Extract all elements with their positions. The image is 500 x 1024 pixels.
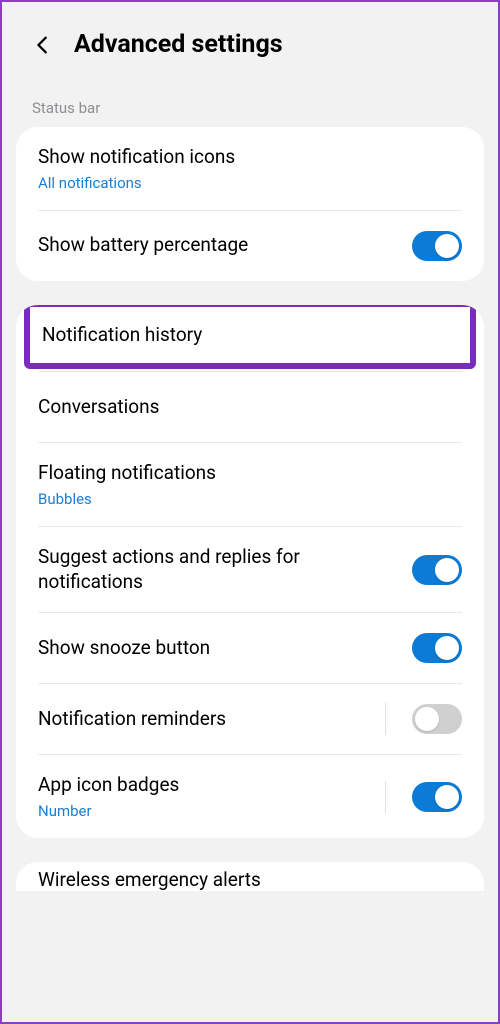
setting-title: Show notification icons bbox=[38, 145, 462, 170]
wireless-emergency-alerts[interactable]: Wireless emergency alerts bbox=[16, 862, 484, 891]
setting-subtitle: Bubbles bbox=[38, 490, 462, 508]
conversations[interactable]: Conversations bbox=[16, 372, 484, 442]
header: Advanced settings bbox=[2, 2, 498, 77]
setting-title: Floating notifications bbox=[38, 461, 462, 486]
show-battery-percentage[interactable]: Show battery percentage bbox=[16, 211, 484, 281]
show-snooze-button[interactable]: Show snooze button bbox=[16, 613, 484, 683]
setting-title: Show snooze button bbox=[38, 636, 400, 661]
battery-percentage-toggle[interactable] bbox=[412, 231, 462, 261]
section-label-status-bar: Status bar bbox=[2, 77, 498, 127]
notifications-card: Notification history Conversations Float… bbox=[16, 305, 484, 838]
app-icon-badges-toggle[interactable] bbox=[412, 782, 462, 812]
setting-title: App icon badges bbox=[38, 773, 371, 798]
snooze-button-toggle[interactable] bbox=[412, 633, 462, 663]
setting-title: Conversations bbox=[38, 395, 462, 420]
suggest-actions-toggle[interactable] bbox=[412, 555, 462, 585]
notification-reminders-toggle[interactable] bbox=[412, 704, 462, 734]
status-bar-card: Show notification icons All notification… bbox=[16, 127, 484, 281]
show-notification-icons[interactable]: Show notification icons All notification… bbox=[16, 127, 484, 210]
setting-title: Show battery percentage bbox=[38, 233, 400, 258]
toggle-divider bbox=[385, 781, 386, 813]
back-icon[interactable] bbox=[32, 34, 54, 56]
page-title: Advanced settings bbox=[74, 30, 283, 59]
setting-subtitle: All notifications bbox=[38, 174, 462, 192]
app-icon-badges[interactable]: App icon badges Number bbox=[16, 755, 484, 838]
notification-history-highlight: Notification history bbox=[24, 305, 476, 370]
toggle-divider bbox=[385, 703, 386, 735]
notification-reminders[interactable]: Notification reminders bbox=[16, 684, 484, 754]
suggest-actions[interactable]: Suggest actions and replies for notifica… bbox=[16, 527, 484, 612]
floating-notifications[interactable]: Floating notifications Bubbles bbox=[16, 443, 484, 526]
setting-title: Notification reminders bbox=[38, 707, 371, 732]
bottom-card: Wireless emergency alerts bbox=[16, 862, 484, 891]
setting-title: Notification history bbox=[42, 323, 202, 346]
notification-history[interactable]: Notification history bbox=[42, 323, 458, 348]
setting-subtitle: Number bbox=[38, 802, 371, 820]
setting-title: Suggest actions and replies for notifica… bbox=[38, 545, 400, 594]
